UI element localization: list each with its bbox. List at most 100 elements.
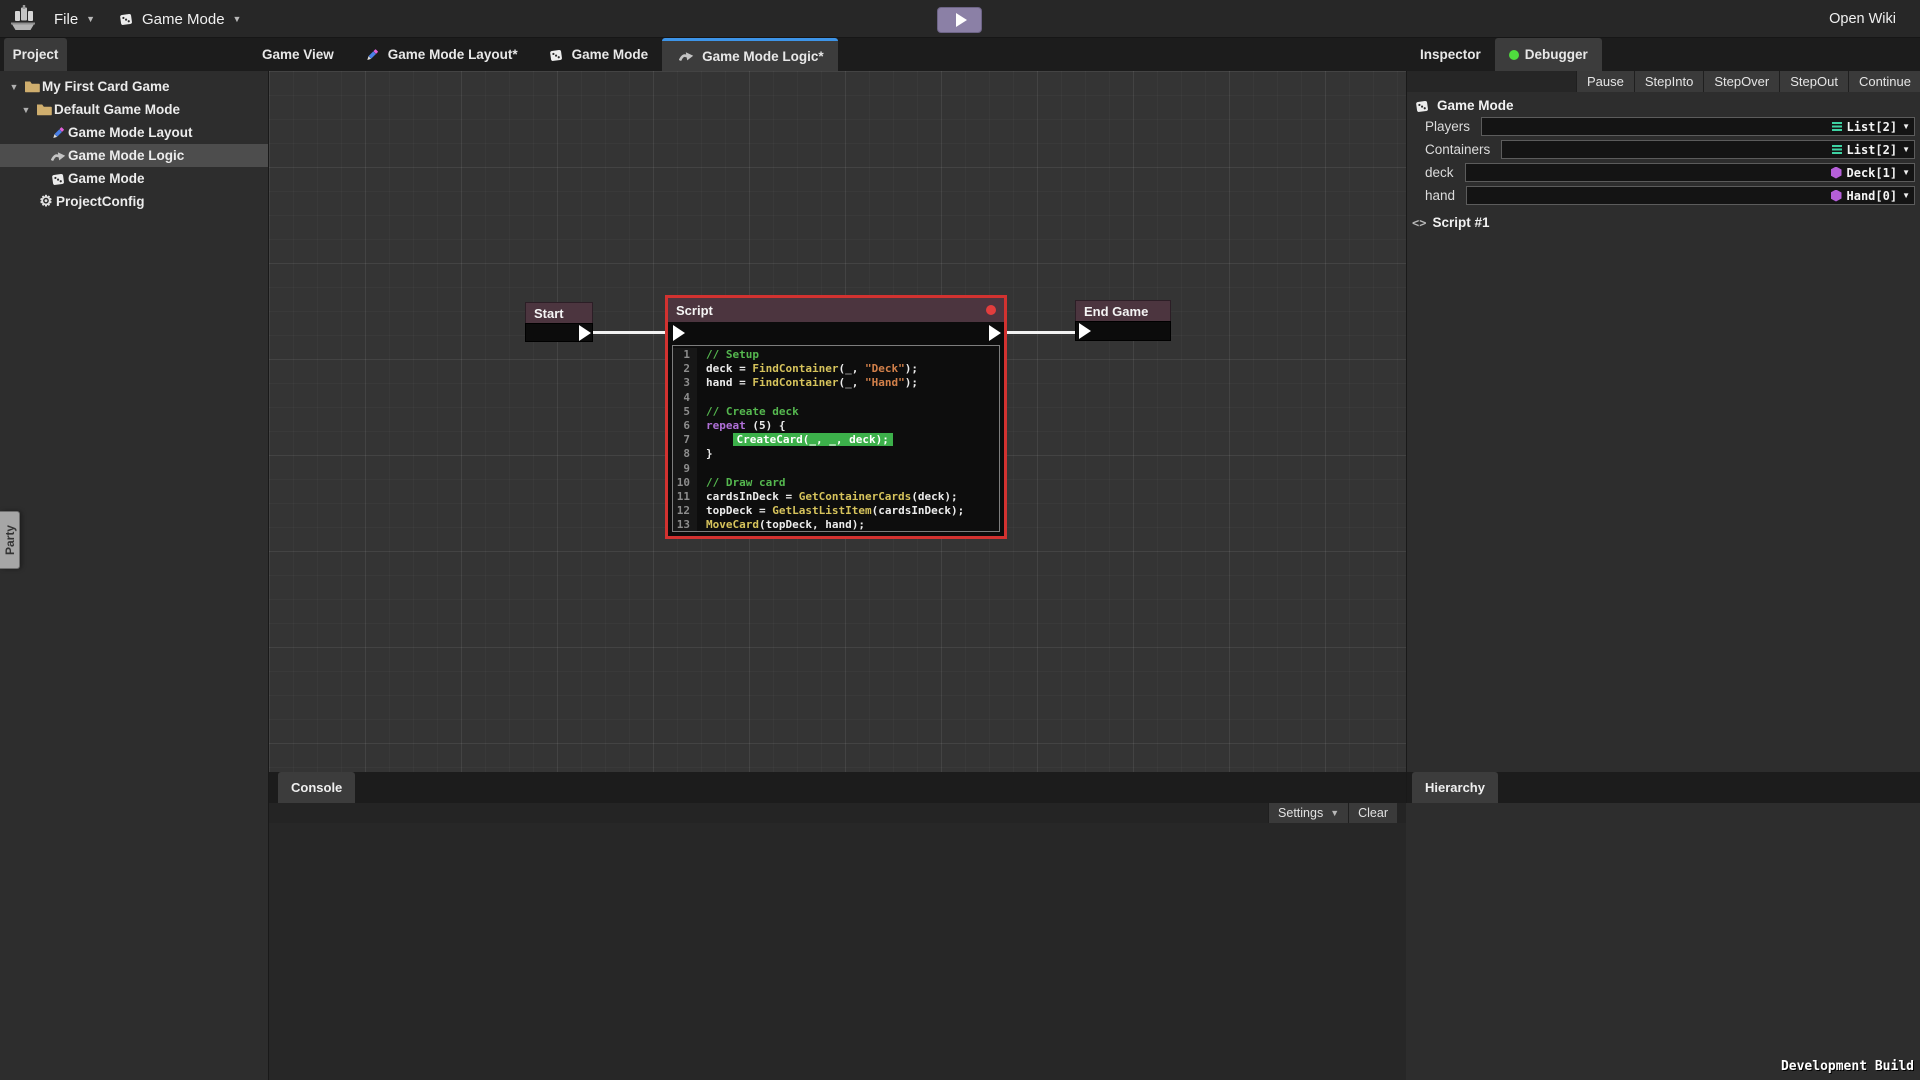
- tab-label: Game Mode: [572, 47, 649, 62]
- tree-item-projectconfig[interactable]: ⚙ ProjectConfig: [0, 190, 268, 213]
- game-mode-menu[interactable]: Game Mode ▼: [108, 0, 249, 38]
- tree-item-game-mode[interactable]: Game Mode: [0, 167, 268, 190]
- start-node[interactable]: Start: [525, 302, 593, 342]
- start-node-body: [525, 323, 593, 342]
- code-brackets-icon: <>: [1412, 216, 1426, 230]
- script-node[interactable]: Script 1// Setup2deck = FindContainer(_,…: [665, 295, 1007, 539]
- chevron-down-icon[interactable]: ▼: [1902, 191, 1910, 200]
- node-graph-canvas[interactable]: Start Script 1// Setup2deck = FindContai…: [269, 71, 1406, 772]
- code-line: 11cardsInDeck = GetContainerCards(deck);: [673, 490, 999, 504]
- logic-arrow-icon: [48, 149, 68, 163]
- deck-field[interactable]: Deck[1] ▼: [1465, 163, 1915, 182]
- menu-bar: File ▼ Game Mode ▼ Open Wiki: [0, 0, 1920, 38]
- tab-game-mode[interactable]: Game Mode: [532, 38, 663, 71]
- project-panel: ▼ My First Card Game ▼ Default Game Mode…: [0, 71, 269, 1080]
- expand-arrow-icon[interactable]: ▼: [6, 82, 22, 92]
- console-tab-strip: Console: [269, 772, 1406, 803]
- script-node-header: Script: [668, 298, 1004, 322]
- chevron-down-icon[interactable]: ▼: [1902, 145, 1910, 154]
- breakpoint-dot[interactable]: [986, 305, 996, 315]
- output-port[interactable]: [579, 325, 591, 341]
- code-line: 13MoveCard(topDeck, hand);: [673, 518, 999, 532]
- field-label: Containers: [1425, 142, 1490, 157]
- script-1-item[interactable]: <> Script #1: [1407, 209, 1920, 230]
- script-node-title: Script: [676, 303, 713, 318]
- tab-hierarchy[interactable]: Hierarchy: [1412, 772, 1498, 803]
- tab-console[interactable]: Console: [278, 772, 355, 803]
- players-field[interactable]: List[2] ▼: [1481, 117, 1915, 136]
- stepover-button[interactable]: StepOver: [1703, 71, 1779, 92]
- tree-item-default-game-mode[interactable]: ▼ Default Game Mode: [0, 98, 268, 121]
- tab-debugger[interactable]: Debugger: [1495, 38, 1602, 71]
- tab-label: Debugger: [1525, 47, 1588, 62]
- chevron-down-icon: ▼: [233, 14, 242, 24]
- stepout-button[interactable]: StepOut: [1779, 71, 1848, 92]
- console-settings-button[interactable]: Settings ▼: [1268, 803, 1348, 823]
- start-node-header: Start: [525, 302, 593, 323]
- end-game-node-title: End Game: [1084, 304, 1148, 319]
- end-game-node-body: [1075, 321, 1171, 341]
- field-label: Players: [1425, 119, 1470, 134]
- output-port[interactable]: [989, 325, 1001, 341]
- debug-toolbar: Pause StepInto StepOver StepOut Continue: [1407, 71, 1920, 92]
- gear-icon: ⚙: [36, 194, 56, 209]
- input-port[interactable]: [1079, 323, 1091, 339]
- code-line: 9: [673, 462, 999, 476]
- console-output[interactable]: [269, 823, 1406, 1080]
- field-row-players: Players List[2] ▼: [1425, 117, 1915, 136]
- hierarchy-panel[interactable]: [1406, 803, 1920, 1080]
- code-line: 12topDeck = GetLastListItem(cardsInDeck)…: [673, 504, 999, 518]
- console-settings-label: Settings: [1278, 806, 1323, 820]
- tab-game-mode-logic[interactable]: Game Mode Logic*: [662, 38, 838, 71]
- field-label: deck: [1425, 165, 1454, 180]
- tree-item-game-mode-logic[interactable]: Game Mode Logic: [0, 144, 268, 167]
- field-label: hand: [1425, 188, 1455, 203]
- pause-button[interactable]: Pause: [1576, 71, 1634, 92]
- tab-project[interactable]: Project: [4, 38, 67, 71]
- field-value: Deck[1]: [1847, 166, 1898, 180]
- chevron-down-icon: ▼: [1330, 808, 1339, 818]
- play-button[interactable]: [937, 7, 982, 33]
- tree-item-my-first-card-game[interactable]: ▼ My First Card Game: [0, 75, 268, 98]
- tab-label: Game Mode Logic*: [702, 49, 824, 64]
- code-line: 1// Setup: [673, 348, 999, 362]
- party-drawer-tab[interactable]: Party: [0, 511, 20, 569]
- expand-arrow-icon[interactable]: ▼: [18, 105, 34, 115]
- open-wiki-link[interactable]: Open Wiki: [1829, 0, 1896, 38]
- dice-icon: [546, 48, 566, 62]
- field-row-deck: deck Deck[1] ▼: [1425, 163, 1915, 182]
- continue-button[interactable]: Continue: [1848, 71, 1920, 92]
- chevron-down-icon[interactable]: ▼: [1902, 168, 1910, 177]
- tab-label: Game Mode Layout*: [388, 47, 518, 62]
- stepinto-button[interactable]: StepInto: [1634, 71, 1703, 92]
- script-code[interactable]: 1// Setup2deck = FindContainer(_, "Deck"…: [672, 345, 1000, 532]
- code-line: 8}: [673, 447, 999, 461]
- hexagon-icon: [1831, 167, 1842, 179]
- code-line: 6repeat (5) {: [673, 419, 999, 433]
- tab-inspector[interactable]: Inspector: [1406, 38, 1495, 71]
- tree-item-label: Game Mode Layout: [68, 125, 193, 140]
- containers-field[interactable]: List[2] ▼: [1501, 140, 1915, 159]
- inspector-debugger-tabs: Inspector Debugger: [1406, 38, 1602, 71]
- code-line: 2deck = FindContainer(_, "Deck");: [673, 362, 999, 376]
- folder-icon: [34, 103, 54, 116]
- code-line: 7 CreateCard(_, _, deck);: [673, 433, 999, 447]
- script-node-ports: [668, 322, 1004, 344]
- chevron-down-icon: ▼: [86, 14, 95, 24]
- inspector-title: Game Mode: [1437, 98, 1514, 113]
- file-menu[interactable]: File ▼: [46, 0, 103, 38]
- tree-item-game-mode-layout[interactable]: Game Mode Layout: [0, 121, 268, 144]
- field-value: List[2]: [1847, 120, 1898, 134]
- tab-game-view[interactable]: Game View: [248, 38, 348, 71]
- end-game-node[interactable]: End Game: [1075, 300, 1171, 341]
- chevron-down-icon[interactable]: ▼: [1902, 122, 1910, 131]
- start-node-title: Start: [534, 306, 564, 321]
- console-clear-label: Clear: [1358, 806, 1388, 820]
- tab-game-mode-layout[interactable]: Game Mode Layout*: [348, 38, 532, 71]
- file-menu-label: File: [54, 11, 78, 28]
- console-clear-button[interactable]: Clear: [1348, 803, 1397, 823]
- hierarchy-tab-strip: Hierarchy: [1406, 772, 1920, 803]
- hand-field[interactable]: Hand[0] ▼: [1466, 186, 1915, 205]
- input-port[interactable]: [673, 325, 685, 341]
- end-game-node-header: End Game: [1075, 300, 1171, 321]
